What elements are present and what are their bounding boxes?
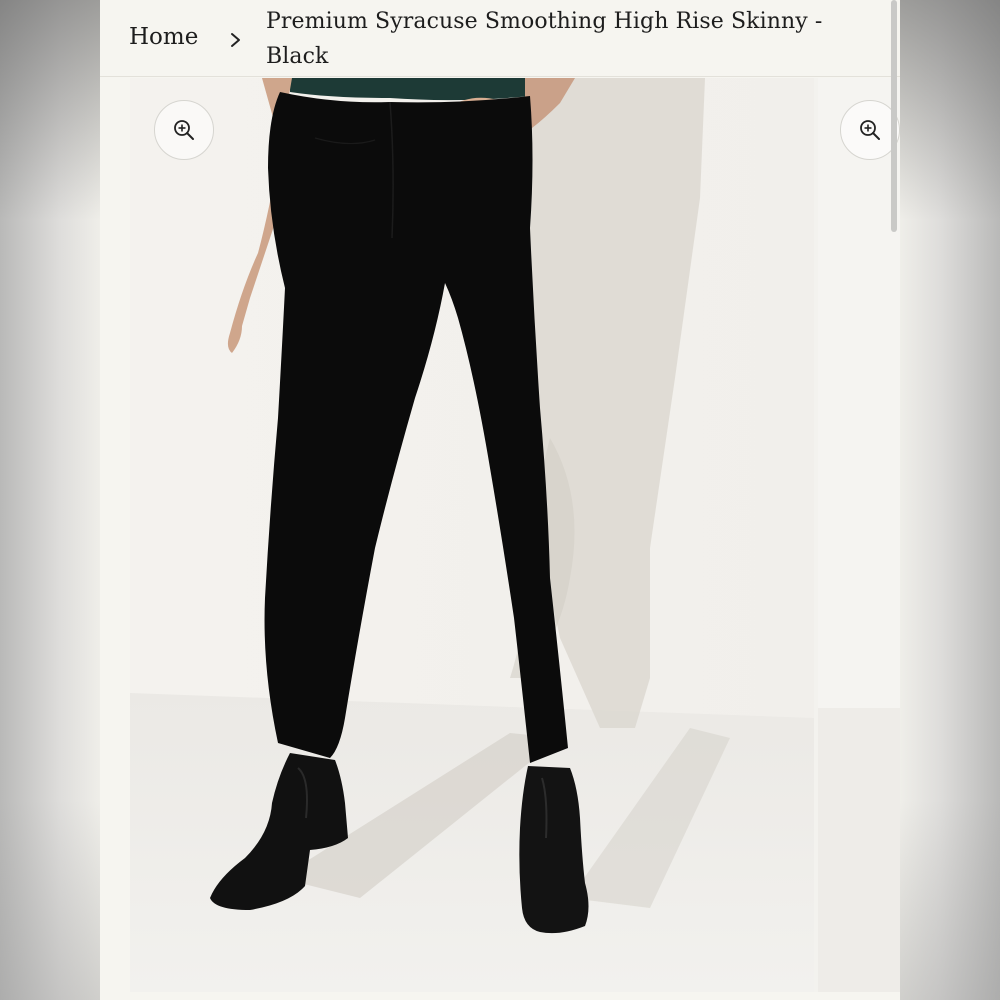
breadcrumb-current-title: Premium Syracuse Smoothing High Rise Ski… bbox=[266, 9, 823, 69]
product-image-jeans[interactable] bbox=[130, 78, 814, 992]
zoom-in-button[interactable] bbox=[154, 100, 214, 160]
zoom-in-icon bbox=[174, 120, 194, 140]
next-image-floor bbox=[818, 708, 900, 992]
product-image-next[interactable] bbox=[818, 78, 900, 992]
chevron-right-icon bbox=[231, 33, 240, 47]
zoom-in-icon bbox=[860, 120, 880, 140]
breadcrumb-home-link[interactable]: Home bbox=[129, 24, 198, 50]
breadcrumb: Home Premium Syracuse Smoothing High Ris… bbox=[100, 0, 900, 77]
product-page: Home Premium Syracuse Smoothing High Ris… bbox=[100, 0, 900, 1000]
scrollbar[interactable] bbox=[891, 0, 897, 232]
product-image-gallery[interactable] bbox=[130, 78, 900, 992]
